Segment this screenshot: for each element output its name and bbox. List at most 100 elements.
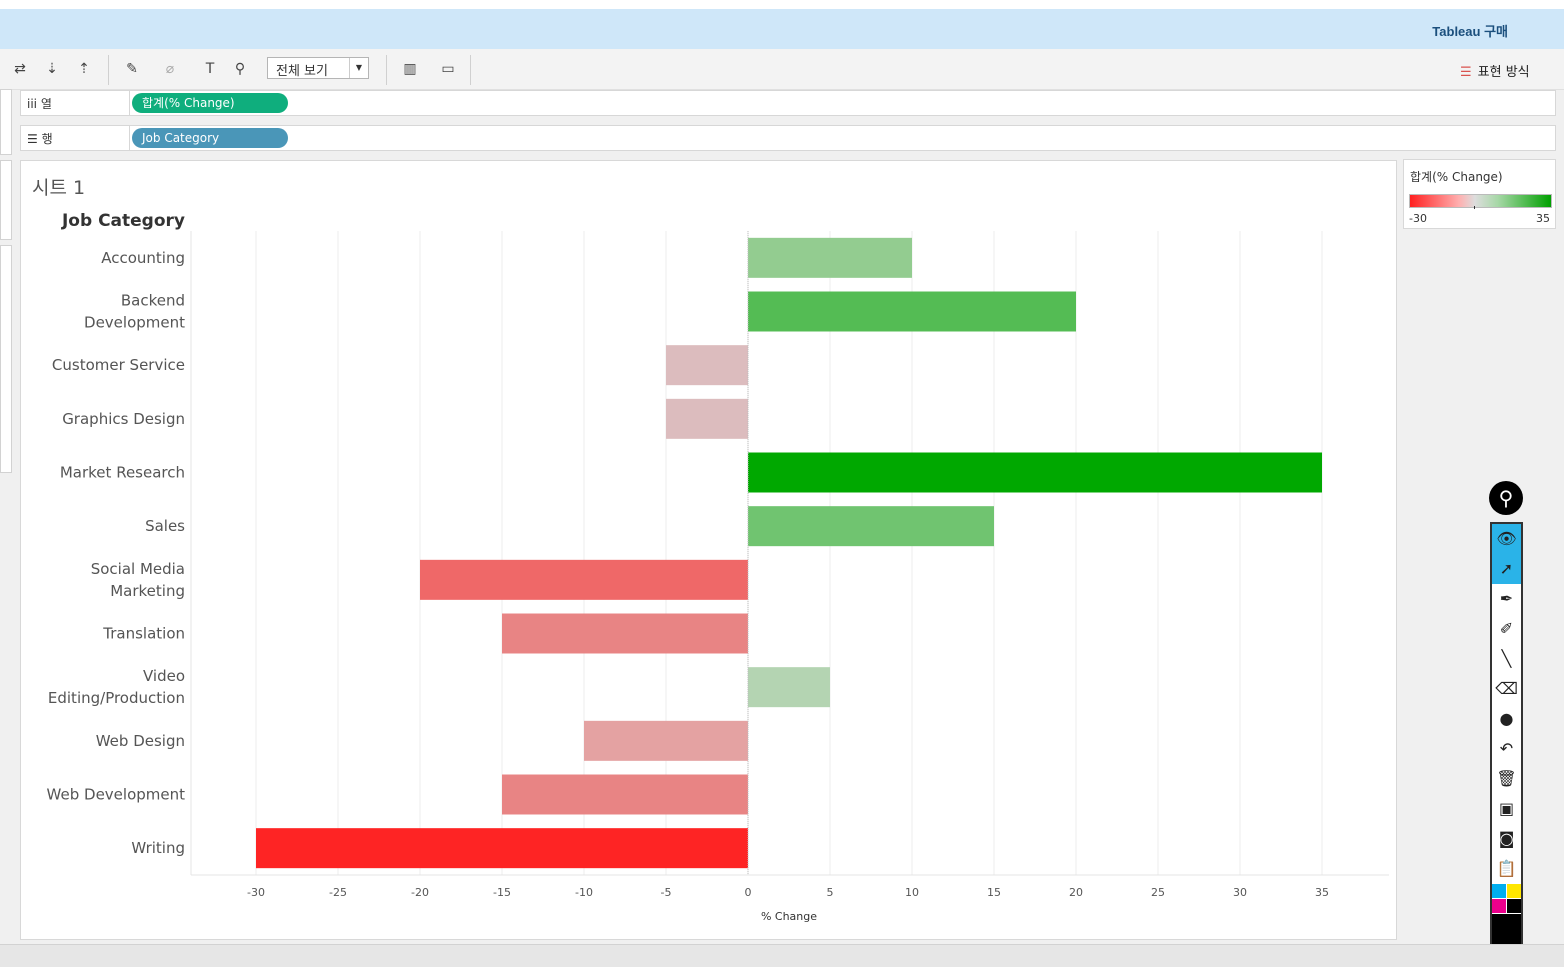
category-label: Translation <box>102 625 185 643</box>
color-swatch-magenta[interactable] <box>1492 899 1506 913</box>
rows-shelf: ☰ 행 Job Category <box>20 125 1556 151</box>
category-label: Web Development <box>47 786 186 804</box>
buy-tableau-link[interactable]: Tableau 구매 <box>1432 21 1508 40</box>
show-me-label: 표현 방식 <box>1477 65 1530 80</box>
group-members-icon[interactable]: ⌀ <box>160 59 180 79</box>
fit-dropdown[interactable]: 전체 보기 ▼ <box>267 57 369 79</box>
left-panel-filters <box>0 160 12 240</box>
color-swatch-cyan[interactable] <box>1492 884 1506 898</box>
pointer-arrow-icon[interactable]: ➚ <box>1492 554 1521 584</box>
toolbar: ⇄ ⇣ ⇡ ✎ ⌀ T ⚲ 전체 보기 ▼ ▥ ▭ ☰ 표현 방식 <box>0 49 1564 90</box>
presentation-mode-icon[interactable]: ▭ <box>438 59 458 79</box>
color-swatch-black[interactable] <box>1507 899 1521 913</box>
status-bar <box>0 944 1564 967</box>
left-panel-pages <box>0 89 12 155</box>
columns-pill[interactable]: 합계(% Change) <box>132 93 288 113</box>
x-axis-ticks: -30 -25 -20 -15 -10 -5 0 5 10 15 20 25 30 35 <box>247 886 1329 899</box>
pen-tool-icon[interactable]: ✒ <box>1492 584 1521 614</box>
top-banner: Tableau 구매 <box>0 9 1564 49</box>
fit-dropdown-value: 전체 보기 <box>276 64 328 79</box>
sort-descending-icon[interactable]: ⇡ <box>74 59 94 79</box>
highlight-icon[interactable]: ✎ <box>122 59 142 79</box>
category-label: Market Research <box>60 464 185 482</box>
category-label: Customer Service <box>52 356 185 374</box>
annotation-toolbar: 👁 ➚ ✒ ✐ ╲ ⌫ ● ↶ 🗑 ▣ ◙ 📋 <box>1490 522 1523 946</box>
x-tick-label: -10 <box>575 886 593 899</box>
bar[interactable] <box>748 506 994 547</box>
bar[interactable] <box>748 667 830 708</box>
bar[interactable] <box>666 345 748 386</box>
category-label: Marketing <box>110 582 185 600</box>
show-mark-labels-icon[interactable]: T <box>200 59 220 79</box>
chart-bars <box>256 231 1322 875</box>
brush-size-icon[interactable]: ● <box>1492 704 1521 734</box>
category-label: Social Media <box>91 560 185 578</box>
x-axis-label: % Change <box>761 910 817 923</box>
category-label: Backend <box>121 292 185 310</box>
whiteboard-icon[interactable]: ▣ <box>1492 794 1521 824</box>
legend-min-label: -30 <box>1409 212 1427 225</box>
legend-title: 합계(% Change) <box>1410 170 1503 184</box>
annotation-pin-icon[interactable]: ⚲ <box>1489 481 1523 515</box>
color-legend[interactable]: 합계(% Change) -30 35 <box>1403 159 1556 229</box>
rows-shelf-label: ☰ 행 <box>27 132 53 146</box>
swap-rows-columns-icon[interactable]: ⇄ <box>10 59 30 79</box>
row-header: Job Category <box>61 211 185 231</box>
undo-icon[interactable]: ↶ <box>1492 734 1521 764</box>
columns-shelf: iii 열 합계(% Change) <box>20 90 1556 116</box>
trash-icon[interactable]: 🗑 <box>1492 764 1521 794</box>
x-tick-label: -5 <box>661 886 672 899</box>
bar[interactable] <box>748 452 1322 493</box>
camera-icon[interactable]: ◙ <box>1492 824 1521 854</box>
eye-icon[interactable]: 👁 <box>1492 524 1521 554</box>
bar[interactable] <box>420 559 748 600</box>
x-tick-label: 20 <box>1069 886 1083 899</box>
clipboard-icon[interactable]: 📋 <box>1492 854 1521 884</box>
category-label: Sales <box>145 517 185 535</box>
left-panel-marks <box>0 245 12 473</box>
x-tick-label: 25 <box>1151 886 1165 899</box>
x-tick-label: 35 <box>1315 886 1329 899</box>
category-labels: Accounting Backend Development Customer Ser… <box>47 249 186 857</box>
x-tick-label: 15 <box>987 886 1001 899</box>
chevron-down-icon: ▼ <box>349 58 368 78</box>
x-tick-label: -15 <box>493 886 511 899</box>
category-label: Graphics Design <box>62 410 185 428</box>
bar[interactable] <box>666 398 748 439</box>
show-cards-icon[interactable]: ▥ <box>400 59 420 79</box>
category-label: Web Design <box>96 732 185 750</box>
x-tick-label: -20 <box>411 886 429 899</box>
bar[interactable] <box>502 774 748 815</box>
legend-zero-tick <box>1474 206 1475 209</box>
eraser-icon[interactable]: ⌫ <box>1492 674 1521 704</box>
bar[interactable] <box>502 613 748 654</box>
category-label: Development <box>84 314 185 332</box>
left-panel <box>0 89 12 474</box>
color-swatch-black-large[interactable] <box>1492 914 1521 944</box>
x-tick-label: -25 <box>329 886 347 899</box>
bar[interactable] <box>748 291 1076 332</box>
menu-bar <box>0 0 1564 9</box>
rows-pill[interactable]: Job Category <box>132 128 288 148</box>
highlighter-icon[interactable]: ✐ <box>1492 614 1521 644</box>
bar[interactable] <box>584 720 748 761</box>
columns-shelf-label: iii 열 <box>27 97 52 111</box>
toolbar-separator <box>386 55 387 85</box>
bar[interactable] <box>256 828 748 869</box>
line-tool-icon[interactable]: ╲ <box>1492 644 1521 674</box>
color-swatch-yellow[interactable] <box>1507 884 1521 898</box>
x-tick-label: -30 <box>247 886 265 899</box>
show-me-button[interactable]: ☰ 표현 방식 <box>1460 61 1530 80</box>
category-label: Video <box>143 667 185 685</box>
bar-chart: Accounting Backend Development Customer Ser… <box>47 211 1389 923</box>
x-tick-label: 0 <box>745 886 752 899</box>
bar[interactable] <box>748 237 912 278</box>
pin-axes-icon[interactable]: ⚲ <box>230 59 250 79</box>
legend-gradient <box>1409 194 1552 208</box>
x-tick-label: 5 <box>827 886 834 899</box>
category-label: Editing/Production <box>48 689 185 707</box>
worksheet-view: 시트 1 Accounting Backend Development Custome… <box>20 160 1397 940</box>
x-tick-label: 30 <box>1233 886 1247 899</box>
legend-max-label: 35 <box>1536 212 1550 225</box>
sort-ascending-icon[interactable]: ⇣ <box>42 59 62 79</box>
